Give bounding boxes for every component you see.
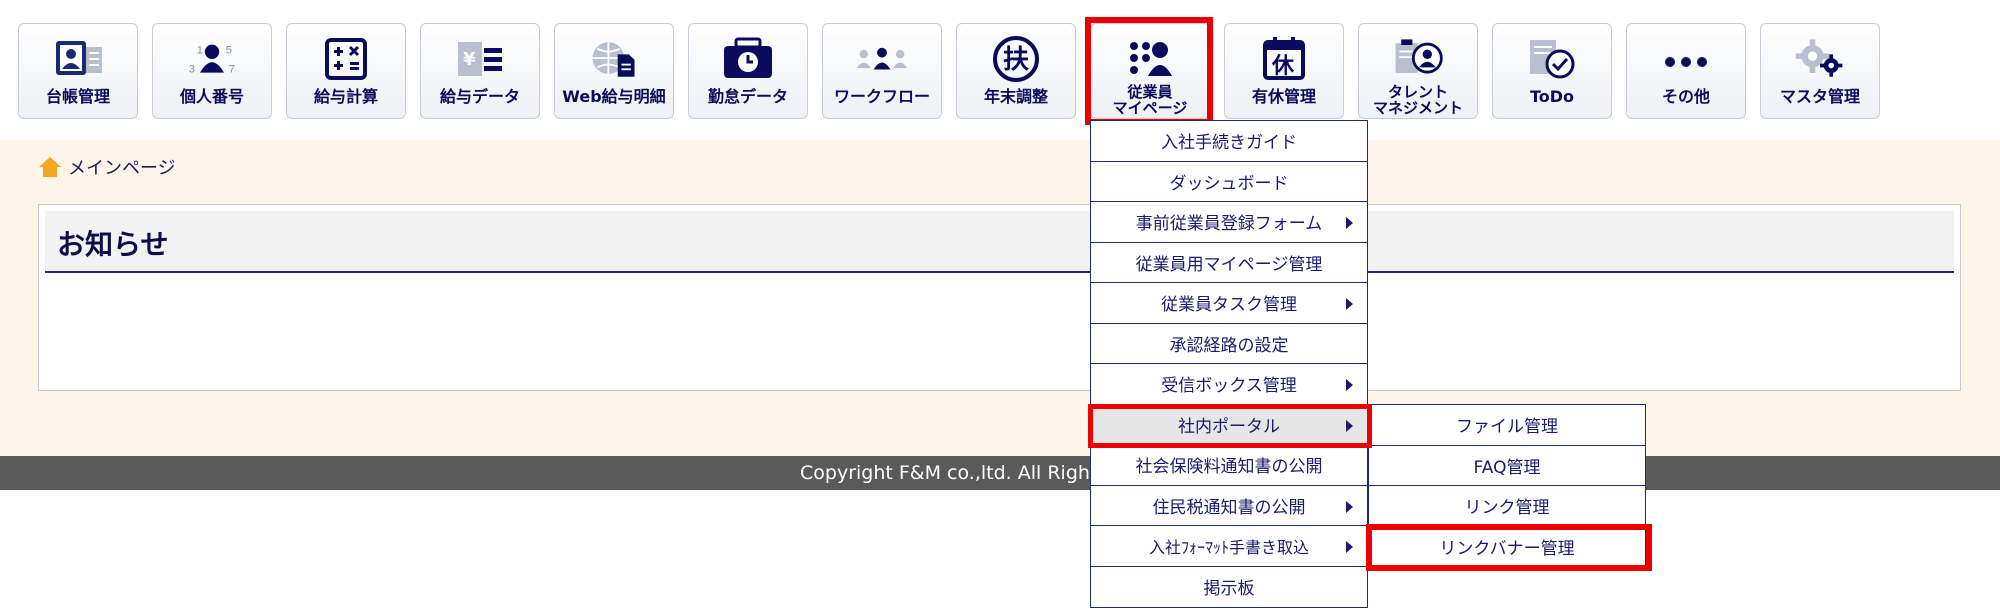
submenu-arrow-icon (1346, 217, 1353, 229)
web-payslip-label: Web給与明細 (562, 87, 666, 106)
footer: Copyright F&M co.,ltd. All Rights Reserv… (0, 456, 2000, 490)
todo-label: ToDo (1529, 87, 1575, 106)
submenu-item-faq-management[interactable]: FAQ管理 (1369, 445, 1645, 486)
menu-item-bulletin-board[interactable]: 掲示板 (1091, 566, 1367, 607)
submenu-arrow-icon (1346, 379, 1353, 391)
menu-item-task-management[interactable]: 従業員タスク管理 (1091, 283, 1367, 324)
employee-mypage-icon (1122, 34, 1178, 84)
submenu-arrow-icon (1346, 419, 1353, 432)
todo-button[interactable]: ToDo (1492, 23, 1612, 119)
web-payslip-icon (586, 34, 642, 84)
master-settings-button[interactable]: マスタ管理 (1760, 23, 1880, 119)
salary-data-label: 給与データ (439, 87, 520, 106)
attendance-button[interactable]: 勤怠データ (688, 23, 808, 119)
calculator-icon (318, 34, 374, 84)
main-content: メインページ お知らせ (0, 140, 2000, 456)
menu-item-onboarding-guide[interactable]: 入社手続きガイド (1091, 121, 1367, 162)
more-label: その他 (1661, 87, 1710, 106)
employee-mypage-label: 従業員 マイページ (1112, 83, 1188, 117)
leave-glyph: 休 (1271, 54, 1295, 79)
menu-item-approval-route[interactable]: 承認経路の設定 (1091, 323, 1367, 364)
breadcrumb[interactable]: メインページ (38, 154, 176, 180)
year-end-label: 年末調整 (983, 87, 1048, 106)
submenu-arrow-icon (1346, 500, 1353, 513)
submenu-item-link-banner-management[interactable]: リンクバナー管理 (1369, 526, 1645, 567)
salary-data-icon: ¥ (452, 34, 508, 84)
ledger-button[interactable]: 台帳管理 (18, 23, 138, 119)
payroll-calc-button[interactable]: 給与計算 (286, 23, 406, 119)
menu-item-social-insurance-notice[interactable]: 社会保険料通知書の公開 (1091, 445, 1367, 486)
talent-management-icon (1390, 34, 1446, 84)
yen-glyph: ¥ (463, 49, 476, 70)
notice-panel: お知らせ (38, 204, 1961, 391)
menu-item-handwriting-import[interactable]: 入社ﾌｫｰﾏｯﾄ手書き取込 (1091, 526, 1367, 567)
employee-mypage-button[interactable]: 従業員 マイページ (1090, 23, 1210, 119)
talent-management-button[interactable]: タレント マネジメント (1358, 23, 1478, 119)
yearend-glyph: 扶 (1003, 45, 1029, 75)
menu-item-dashboard[interactable]: ダッシュボード (1091, 161, 1367, 202)
employee-mypage-menu: 入社手続きガイド ダッシュボード 事前従業員登録フォーム 従業員用マイページ管理… (1090, 120, 1368, 608)
workflow-label: ワークフロー (833, 87, 930, 106)
workflow-icon (854, 34, 910, 84)
more-button[interactable]: その他 (1626, 23, 1746, 119)
digit-1: 1 (197, 44, 203, 56)
breadcrumb-home[interactable]: メインページ (68, 154, 176, 180)
notice-header: お知らせ (45, 211, 1954, 273)
master-settings-icon (1792, 34, 1848, 84)
digit-3: 3 (189, 64, 195, 76)
todo-icon (1524, 34, 1580, 84)
submenu-item-file-management[interactable]: ファイル管理 (1369, 405, 1645, 446)
menu-item-inbox-management[interactable]: 受信ボックス管理 (1091, 364, 1367, 405)
submenu-arrow-icon (1346, 298, 1353, 310)
internal-portal-submenu: ファイル管理 FAQ管理 リンク管理 リンクバナー管理 (1368, 404, 1646, 568)
more-icon (1658, 34, 1714, 84)
submenu-item-link-management[interactable]: リンク管理 (1369, 486, 1645, 527)
ledger-label: 台帳管理 (45, 87, 110, 106)
submenu-arrow-icon (1346, 541, 1353, 553)
digit-7: 7 (229, 64, 235, 76)
year-end-button[interactable]: 扶 年末調整 (956, 23, 1076, 119)
paid-leave-button[interactable]: 休 有休管理 (1224, 23, 1344, 119)
attendance-icon (720, 34, 776, 84)
talent-management-label: タレント マネジメント (1372, 83, 1463, 117)
ledger-icon (50, 34, 106, 84)
web-payslip-button[interactable]: Web給与明細 (554, 23, 674, 119)
paid-leave-icon: 休 (1256, 34, 1312, 84)
payroll-calc-label: 給与計算 (313, 87, 378, 106)
main-toolbar: 台帳管理 1537 個人番号 給与計算 ¥ 給与データ Web給与明細 勤怠デー… (0, 0, 2000, 140)
master-settings-label: マスタ管理 (1779, 87, 1860, 106)
digit-5: 5 (226, 44, 232, 56)
attendance-label: 勤怠データ (707, 87, 788, 106)
home-icon (39, 157, 61, 177)
workflow-button[interactable]: ワークフロー (822, 23, 942, 119)
person-number-icon: 1537 (184, 34, 240, 84)
year-end-adjustment-icon: 扶 (988, 34, 1044, 84)
personal-number-label: 個人番号 (179, 87, 244, 106)
personal-number-button[interactable]: 1537 個人番号 (152, 23, 272, 119)
notice-title: お知らせ (57, 228, 169, 261)
menu-item-resident-tax-notice[interactable]: 住民税通知書の公開 (1091, 485, 1367, 526)
paid-leave-label: 有休管理 (1251, 87, 1316, 106)
menu-item-preregistration-form[interactable]: 事前従業員登録フォーム (1091, 202, 1367, 243)
salary-data-button[interactable]: ¥ 給与データ (420, 23, 540, 119)
menu-item-internal-portal[interactable]: 社内ポータル (1091, 404, 1367, 445)
menu-item-mypage-management[interactable]: 従業員用マイページ管理 (1091, 242, 1367, 283)
